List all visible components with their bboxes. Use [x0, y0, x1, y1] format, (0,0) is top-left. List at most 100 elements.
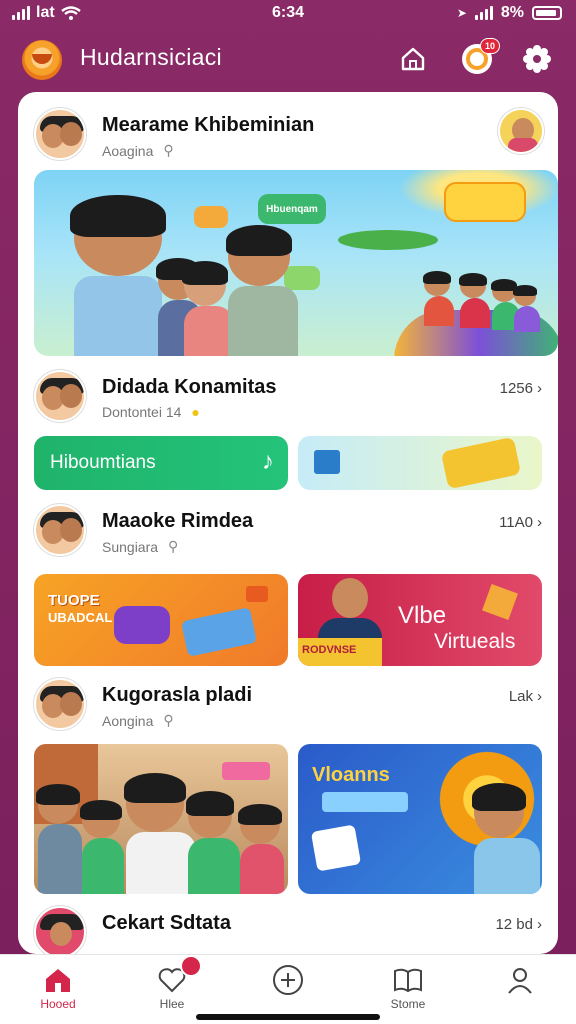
avatar[interactable]	[34, 906, 86, 954]
cell-signal-icon	[474, 6, 493, 20]
post-count[interactable]: 12 bd ›	[495, 916, 542, 933]
home-button[interactable]	[396, 42, 430, 76]
hero-banner[interactable]: Hbuenqam	[34, 170, 558, 356]
likes-badge	[180, 955, 202, 977]
tile-orange-bottom: UBADCAL	[48, 610, 113, 625]
gear-icon	[523, 45, 551, 73]
kid-figure	[225, 224, 298, 356]
post-subtitle: Aongina ⚲	[102, 712, 174, 729]
avatar[interactable]	[34, 108, 86, 160]
location-icon: ➤	[456, 6, 467, 20]
plus-circle-icon	[273, 965, 303, 995]
notifications-button[interactable]: 10	[460, 38, 500, 76]
chevron-right-icon: ›	[537, 380, 542, 397]
avatar[interactable]	[34, 504, 86, 556]
post-subtitle: Aoagina ⚲	[102, 142, 174, 159]
tile-red-title: Vlbe	[398, 602, 447, 629]
tab-home-label: Hooed	[40, 997, 76, 1011]
tile-light[interactable]	[298, 436, 542, 490]
sticker	[440, 436, 522, 490]
kid-figure	[182, 261, 234, 356]
person-figure	[123, 772, 196, 894]
person-figure	[332, 578, 368, 618]
feed-card: Mearame Khibeminian Aoagina ⚲ Hbuenqam D…	[18, 92, 558, 954]
tile-red[interactable]: RODVNSE Vlbe Virtueals	[298, 574, 542, 666]
person-figure	[36, 783, 82, 894]
feed-post[interactable]: Cekart Sdtata 12 bd ›	[18, 900, 558, 954]
post-count-text: 11A0	[499, 514, 533, 531]
tile-red-strip: RODVNSE	[302, 644, 357, 656]
document-icon	[314, 450, 340, 474]
chevron-right-icon: ›	[537, 916, 542, 933]
sticker	[322, 792, 408, 812]
post-author: Kugorasla pladi	[102, 684, 253, 706]
search-icon: ⚲	[163, 142, 174, 158]
person-figure	[186, 791, 240, 894]
book-icon	[394, 968, 422, 993]
user-icon	[508, 968, 532, 994]
settings-button[interactable]	[520, 42, 554, 76]
post-subtitle-text: Dontontei 14	[102, 404, 182, 420]
platform	[338, 230, 438, 250]
post-count[interactable]: Lak ›	[509, 688, 542, 705]
feed-post[interactable]: Mearame Khibeminian Aoagina ⚲	[18, 102, 558, 162]
post-count[interactable]: 1256 ›	[500, 380, 542, 397]
tab-profile[interactable]	[480, 963, 560, 997]
kid-figure	[513, 284, 540, 332]
tile-orange-top: TUOPE	[48, 592, 100, 609]
profile-avatar[interactable]	[498, 108, 544, 154]
sticker	[444, 182, 526, 222]
post-subtitle-text: Aongina	[102, 712, 154, 729]
notification-badge: 10	[479, 38, 500, 54]
tablet-graphic	[181, 607, 257, 657]
app-header: Hudarnsiciaci 10	[0, 32, 576, 86]
battery-icon	[532, 6, 562, 20]
app-logo[interactable]	[22, 40, 62, 80]
speech-bubble: Hbuenqam	[258, 194, 326, 224]
bulb-icon: ●	[191, 404, 200, 420]
feed-post[interactable]: Maaoke Rimdea Sungiara ⚲ 11A0 ›	[18, 498, 558, 558]
tile-red-subtitle: Virtueals	[434, 630, 516, 653]
post-count-text: 1256	[499, 380, 533, 397]
tab-store[interactable]: Stome	[368, 963, 448, 1011]
post-count-text: Lak	[508, 688, 533, 705]
game-board	[114, 606, 170, 644]
post-author: Maaoke Rimdea	[102, 510, 254, 532]
tab-store-label: Stome	[390, 997, 426, 1011]
kid-figure	[70, 195, 166, 356]
chevron-right-icon: ›	[537, 514, 542, 531]
tab-create[interactable]	[248, 963, 328, 997]
post-count[interactable]: 11A0 ›	[499, 514, 542, 531]
kid-figure	[458, 272, 490, 328]
star-icon	[482, 584, 518, 620]
person-figure	[80, 799, 124, 894]
person-figure	[238, 803, 284, 894]
post-author: Mearame Khibeminian	[102, 114, 315, 136]
app-title: Hudarnsiciaci	[80, 44, 222, 70]
avatar[interactable]	[34, 678, 86, 730]
kid-figure	[491, 278, 520, 330]
battery-percent: 8%	[500, 4, 524, 21]
avatar[interactable]	[34, 370, 86, 422]
search-icon: ⚲	[168, 538, 179, 554]
tile-orange[interactable]: TUOPE UBADCAL	[34, 574, 288, 666]
tile-blue[interactable]: Vloanns	[298, 744, 542, 894]
sticker	[194, 206, 228, 228]
feed-post[interactable]: Didada Konamitas Dontontei 14 ● 1256 ›	[18, 364, 558, 424]
tab-home[interactable]: Hooed	[18, 963, 98, 1011]
music-note-icon: ♪	[262, 448, 274, 475]
person-figure	[472, 782, 540, 894]
post-subtitle-text: Aoagina	[102, 142, 154, 159]
tile-blue-title: Vloanns	[312, 764, 390, 786]
post-subtitle: Dontontei 14 ●	[102, 404, 200, 420]
tab-likes[interactable]: Hlee	[132, 955, 212, 1011]
status-bar: lat 6:34 ➤ 8%	[0, 0, 576, 30]
home-icon	[46, 969, 70, 992]
tile-green[interactable]: Hiboumtians ♪	[34, 436, 288, 490]
search-icon: ⚲	[163, 712, 174, 728]
feed-post[interactable]: Kugorasla pladi Aongina ⚲ Lak ›	[18, 672, 558, 732]
tile-photo[interactable]	[34, 744, 288, 894]
chevron-right-icon: ›	[537, 688, 542, 705]
post-author: Didada Konamitas	[102, 376, 277, 398]
post-author: Cekart Sdtata	[102, 912, 231, 934]
